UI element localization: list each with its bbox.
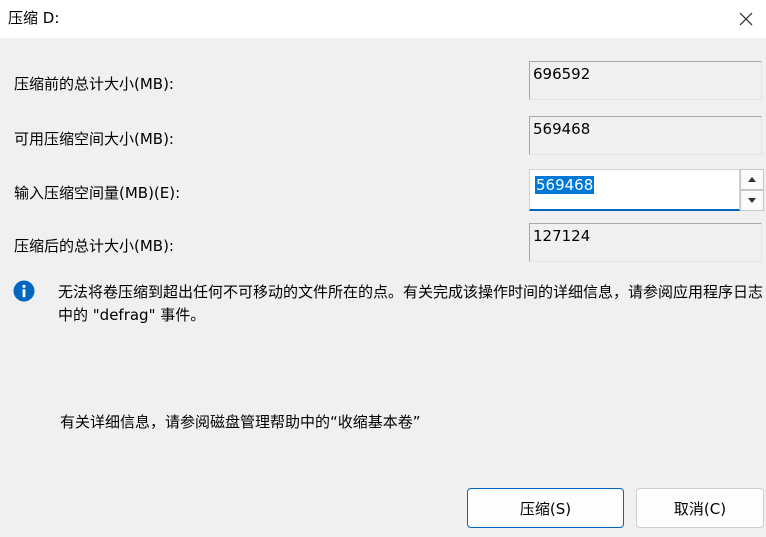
info-icon <box>13 280 35 302</box>
total-after-value: 127124 <box>529 223 762 262</box>
total-before-value: 696592 <box>529 61 762 100</box>
close-icon <box>739 12 753 26</box>
shrink-amount-input[interactable]: 569468 <box>529 169 740 211</box>
help-reference-text: 有关详细信息，请参阅磁盘管理帮助中的“收缩基本卷” <box>60 413 421 431</box>
title-bar: 压缩 D: <box>0 0 766 38</box>
window-title: 压缩 D: <box>8 9 60 27</box>
available-space-label: 可用压缩空间大小(MB): <box>14 130 174 148</box>
close-button[interactable] <box>726 0 766 38</box>
total-after-label: 压缩后的总计大小(MB): <box>14 237 174 255</box>
available-space-value: 569468 <box>529 116 762 155</box>
arrow-up-icon <box>748 177 756 182</box>
shrink-amount-label: 输入压缩空间量(MB)(E): <box>14 184 181 202</box>
shrink-amount-text: 569468 <box>535 176 595 194</box>
shrink-button[interactable]: 压缩(S) <box>467 488 624 528</box>
spin-down-button[interactable] <box>740 190 764 211</box>
shrink-amount-spinner[interactable]: 569468 <box>529 169 764 211</box>
arrow-down-icon <box>748 198 756 203</box>
spin-up-button[interactable] <box>740 169 764 190</box>
total-before-label: 压缩前的总计大小(MB): <box>14 75 174 93</box>
cancel-button[interactable]: 取消(C) <box>636 488 764 528</box>
info-message: 无法将卷压缩到超出任何不可移动的文件所在的点。有关完成该操作时间的详细信息，请参… <box>58 283 764 324</box>
